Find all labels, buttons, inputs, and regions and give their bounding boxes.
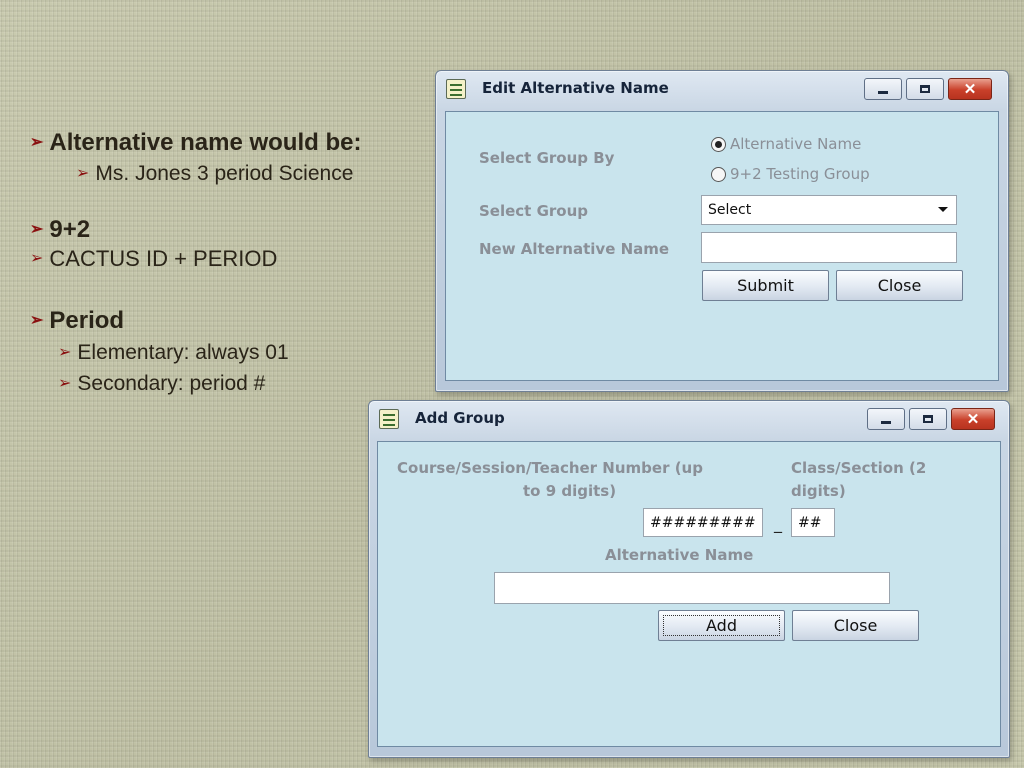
separator-underscore: _ [774,514,782,533]
select-group-label: Select Group [479,202,589,220]
bullet-text: Period [49,307,125,334]
arrow-bullet-icon: ➢ [30,134,44,151]
bullet-text: 9+2 [49,216,91,243]
dialog-title: Add Group [415,409,505,427]
class-section-input[interactable]: ## [791,508,835,537]
slide-bullets: ➢ Alternative name would be: ➢ Ms. Jones… [0,0,440,420]
maximize-icon [923,415,933,423]
radio-testing-group[interactable]: 9+2 Testing Group [711,165,870,183]
radio-selected-icon[interactable] [711,136,726,152]
add-button[interactable]: Add [658,610,785,641]
bullet-item: ➢ Period [30,307,124,335]
select-group-dropdown[interactable]: Select [701,195,957,225]
radio-unselected-icon[interactable] [711,166,726,182]
arrow-bullet-icon: ➢ [30,250,44,267]
class-section-label-line2: digits) [791,482,846,500]
window-icon [379,409,399,429]
arrow-bullet-icon: ➢ [76,165,90,182]
minimize-icon [881,420,891,424]
bullet-text: Elementary: always 01 [77,341,289,364]
input-value: ######### [650,514,756,531]
arrow-bullet-icon: ➢ [30,221,44,238]
add-group-dialog: Add Group ✕ Course/Session/Teacher Numbe… [368,400,1010,758]
dialog-titlebar[interactable]: Edit Alternative Name ✕ [436,71,1008,107]
new-alternative-name-input[interactable] [701,232,957,263]
submit-button[interactable]: Submit [702,270,829,301]
input-value: ## [798,514,822,531]
maximize-button[interactable] [909,408,947,430]
bullet-item: ➢ 9+2 [30,216,90,244]
bullet-text: Secondary: period # [77,372,266,395]
class-section-label: Class/Section (2 [791,459,927,477]
dialog-content: Select Group By Alternative Name 9+2 Tes… [445,111,999,381]
close-button[interactable]: Close [792,610,919,641]
maximize-icon [920,85,930,93]
course-number-input[interactable]: ######### [643,508,763,537]
close-icon: ✕ [963,81,977,98]
minimize-button[interactable] [867,408,905,430]
minimize-icon [878,90,888,94]
close-window-button[interactable]: ✕ [951,408,995,430]
bullet-item: ➢ Elementary: always 01 [58,341,289,365]
dialog-titlebar[interactable]: Add Group ✕ [369,401,1009,437]
bullet-item: ➢ CACTUS ID + PERIOD [30,246,277,272]
arrow-bullet-icon: ➢ [58,344,72,361]
dialog-content: Course/Session/Teacher Number (up to 9 d… [377,441,1001,747]
close-window-button[interactable]: ✕ [948,78,992,100]
radio-label: Alternative Name [730,135,862,153]
course-number-label-line2: to 9 digits) [523,482,617,500]
alternative-name-input[interactable] [494,572,890,604]
close-button[interactable]: Close [836,270,963,301]
course-number-label: Course/Session/Teacher Number (up [397,459,703,477]
close-icon: ✕ [966,411,980,428]
arrow-bullet-icon: ➢ [30,312,44,329]
alternative-name-label: Alternative Name [605,546,754,564]
bullet-item: ➢ Alternative name would be: [30,129,361,157]
edit-alternative-name-dialog: Edit Alternative Name ✕ Select Group By … [435,70,1009,392]
chevron-down-icon [938,207,948,212]
bullet-item: ➢ Ms. Jones 3 period Science [76,162,353,186]
maximize-button[interactable] [906,78,944,100]
select-group-value: Select [708,202,752,218]
bullet-text: CACTUS ID + PERIOD [49,246,278,271]
select-group-by-label: Select Group By [479,149,615,167]
radio-alternative-name[interactable]: Alternative Name [711,135,861,153]
dialog-title: Edit Alternative Name [482,79,669,97]
minimize-button[interactable] [864,78,902,100]
bullet-text: Alternative name would be: [49,129,362,156]
new-alternative-name-label: New Alternative Name [479,240,670,258]
bullet-item: ➢ Secondary: period # [58,372,265,396]
arrow-bullet-icon: ➢ [58,375,72,392]
bullet-text: Ms. Jones 3 period Science [95,162,354,185]
radio-label: 9+2 Testing Group [730,165,870,183]
window-icon [446,79,466,99]
